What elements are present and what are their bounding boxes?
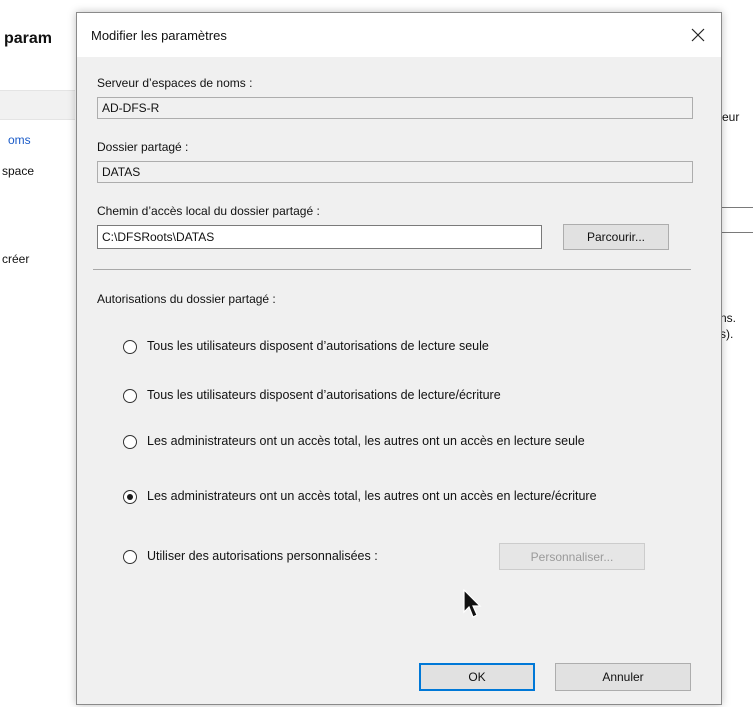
separator [93, 269, 691, 270]
radio-read-write-all[interactable]: Tous les utilisateurs disposent d’autori… [123, 388, 501, 403]
shared-folder-field: DATAS [97, 161, 693, 183]
dialog-titlebar: Modifier les paramètres [77, 13, 721, 57]
permissions-label: Autorisations du dossier partagé : [97, 292, 276, 306]
local-path-label: Chemin d’accès local du dossier partagé … [97, 204, 320, 218]
radio-button[interactable] [123, 549, 137, 564]
radio-admin-full-others-read-write[interactable]: Les administrateurs ont un accès total, … [123, 489, 667, 504]
browse-button[interactable]: Parcourir... [563, 224, 669, 250]
radio-custom-permissions[interactable]: Utiliser des autorisations personnalisée… [123, 549, 378, 564]
radio-read-only-all[interactable]: Tous les utilisateurs disposent d’autori… [123, 339, 489, 354]
background-nav-link[interactable]: oms [8, 133, 31, 147]
shared-folder-label: Dossier partagé : [97, 140, 189, 154]
radio-button[interactable] [123, 388, 137, 403]
radio-admin-full-others-read[interactable]: Les administrateurs ont un accès total, … [123, 434, 667, 449]
close-icon [691, 28, 705, 42]
close-button[interactable] [683, 21, 713, 49]
background-right-input[interactable] [720, 207, 753, 233]
background-nav-item-espace[interactable]: space [2, 164, 34, 178]
dialog-title: Modifier les paramètres [91, 28, 227, 43]
namespace-server-label: Serveur d’espaces de noms : [97, 76, 253, 90]
customize-button: Personnaliser... [499, 543, 645, 570]
background-nav-item-creer[interactable]: créer [2, 252, 29, 266]
cancel-button[interactable]: Annuler [555, 663, 691, 691]
modify-settings-dialog: Modifier les paramètres Serveur d’espace… [76, 12, 722, 705]
ok-button[interactable]: OK [419, 663, 535, 691]
radio-button[interactable] [123, 339, 137, 354]
radio-button[interactable] [123, 434, 137, 449]
background-right-label: eur [722, 110, 740, 124]
namespace-server-field: AD-DFS-R [97, 97, 693, 119]
background-header-band [0, 90, 75, 120]
local-path-input[interactable] [97, 225, 542, 249]
radio-button-checked[interactable] [123, 489, 137, 504]
mouse-cursor-icon [463, 589, 482, 618]
background-right-text: ns. s). [720, 311, 737, 341]
background-wizard-title: param [4, 30, 53, 47]
